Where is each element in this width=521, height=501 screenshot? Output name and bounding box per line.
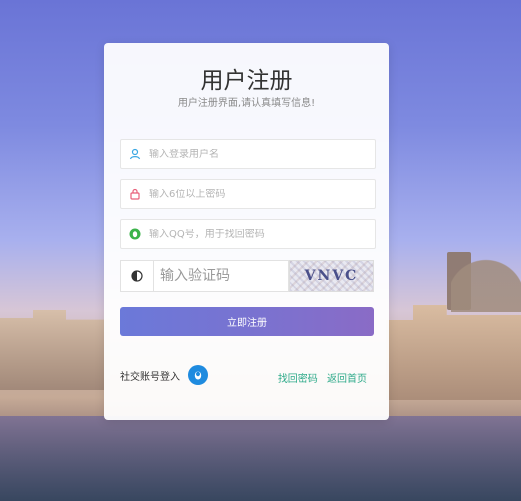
background-water	[0, 416, 521, 501]
captcha-input[interactable]	[153, 260, 289, 292]
page-subtitle: 用户注册界面,请认真填写信息!	[177, 98, 316, 109]
social-login: 社交账号登入	[120, 365, 208, 385]
page-title: 用户注册	[200, 68, 293, 94]
forgot-password-link[interactable]: 找回密码	[278, 374, 318, 385]
background-dome	[451, 222, 521, 312]
captcha-image[interactable]: VNVC	[289, 260, 374, 292]
back-home-link[interactable]: 返回首页	[327, 374, 367, 385]
contrast-icon	[120, 260, 153, 292]
captcha-row: VNVC	[120, 260, 374, 292]
user-icon	[121, 148, 149, 160]
qq-login-icon[interactable]	[188, 365, 208, 385]
password-input[interactable]	[149, 188, 359, 200]
qq-field[interactable]	[120, 219, 376, 249]
password-field[interactable]	[120, 179, 376, 209]
username-field[interactable]	[120, 139, 376, 169]
lock-icon	[121, 188, 149, 200]
background-buildings-left	[0, 310, 110, 390]
social-login-label: 社交账号登入	[120, 371, 180, 383]
qq-green-icon	[121, 228, 149, 240]
register-card: 用户注册 用户注册界面,请认真填写信息! 输入登录用户名 输入QQ号，用于找回密…	[104, 43, 389, 420]
footer-links: 找回密码 返回首页	[272, 370, 367, 385]
register-button[interactable]: 立即注册	[120, 307, 374, 336]
username-input[interactable]	[149, 148, 359, 160]
qq-input[interactable]	[149, 228, 359, 240]
